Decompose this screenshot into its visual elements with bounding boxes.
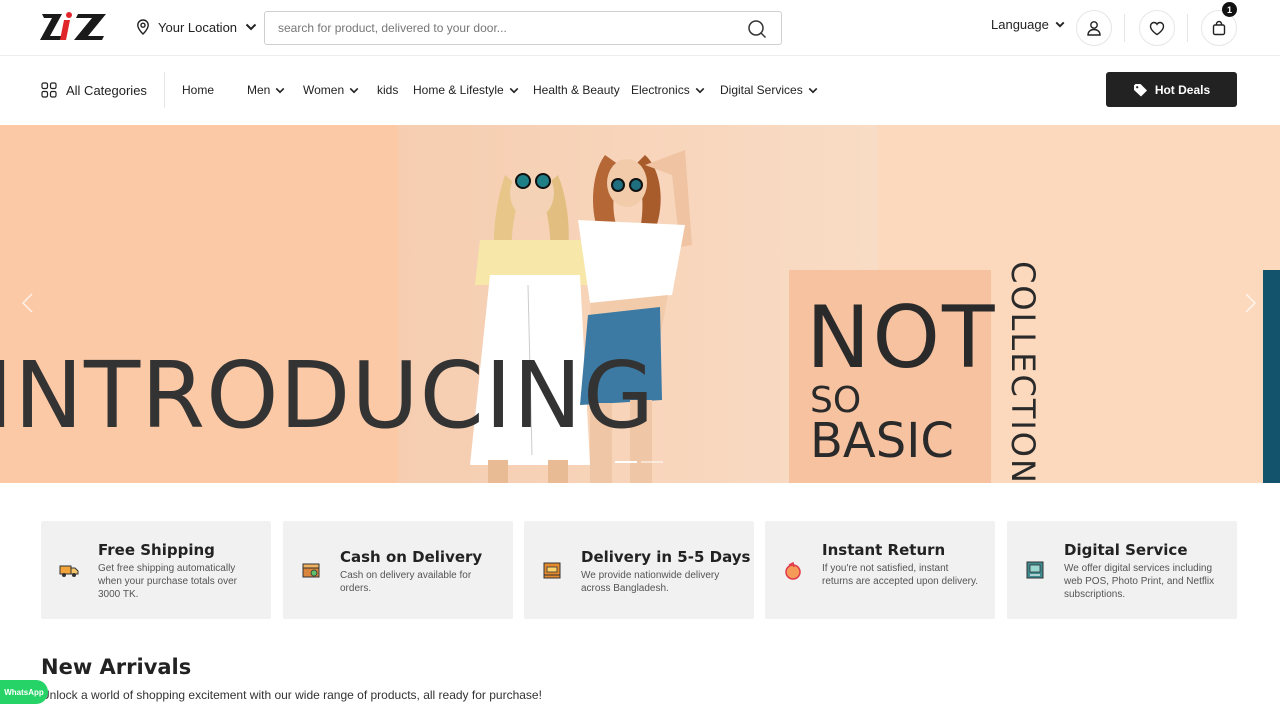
new-arrivals-title: New Arrivals <box>41 655 192 679</box>
whatsapp-button[interactable]: WhatsApp <box>0 680 48 704</box>
feature-title: Digital Service <box>1064 541 1188 559</box>
grid-icon <box>41 82 57 98</box>
nav-label: Health & Beauty <box>533 83 620 97</box>
feature-card-cash-on-delivery: Cash on Delivery Cash on delivery availa… <box>283 521 513 619</box>
feature-title: Instant Return <box>822 541 946 559</box>
search-icon[interactable] <box>747 19 767 39</box>
return-icon <box>785 561 801 580</box>
nav-item-kids[interactable]: kids <box>377 83 398 97</box>
slider-dots <box>615 461 663 463</box>
slider-dot[interactable] <box>615 461 637 463</box>
feature-title: Cash on Delivery <box>340 548 483 566</box>
top-header: Your Location Language 1 <box>0 0 1280 56</box>
nav-label: kids <box>377 83 399 97</box>
new-arrivals-subtitle: Unlock a world of shopping excitement wi… <box>41 688 542 702</box>
hot-deals-label: Hot Deals <box>1154 82 1211 97</box>
chevron-down-icon <box>695 87 705 93</box>
hero-banner[interactable]: INTRODUCING NOT SO BASIC COLLECTION <box>0 125 1280 483</box>
chevron-down-icon <box>509 87 519 93</box>
feature-card-instant-return: Instant Return If you're not satisfied, … <box>765 521 995 619</box>
chevron-left-icon[interactable] <box>18 291 38 315</box>
cash-box-icon <box>302 563 320 578</box>
nav-item-home-lifestyle[interactable]: Home & Lifestyle <box>413 83 519 97</box>
divider <box>1187 14 1188 42</box>
feature-description: We offer digital services including web … <box>1064 563 1215 600</box>
chevron-down-icon <box>245 23 257 31</box>
nav-label: Home & Lifestyle <box>413 83 504 97</box>
next-slide-peek <box>1263 270 1280 483</box>
feature-description: Cash on delivery available for orders. <box>340 570 472 594</box>
search-input[interactable] <box>265 12 735 44</box>
nav-label: Electronics <box>631 83 690 97</box>
promo-vertical-text: COLLECTION <box>1004 261 1042 483</box>
divider <box>1124 14 1125 42</box>
feature-description: Get free shipping automatically when you… <box>98 563 237 600</box>
chevron-down-icon <box>808 87 818 93</box>
feature-title: Free Shipping <box>98 541 215 559</box>
digital-service-icon <box>1026 561 1044 579</box>
user-icon <box>1087 21 1101 36</box>
feature-description: If you're not satisfied, instant returns… <box>822 563 979 587</box>
all-categories-button[interactable]: All Categories <box>41 82 147 98</box>
feature-description: We provide nationwide delivery across Ba… <box>581 570 720 594</box>
all-categories-label: All Categories <box>66 82 147 98</box>
nav-label: Women <box>303 83 345 97</box>
chevron-right-icon[interactable] <box>1240 291 1260 315</box>
wishlist-button[interactable] <box>1139 10 1175 46</box>
banner-headline: INTRODUCING <box>0 342 656 449</box>
feature-card-digital-service: Digital Service We offer digital service… <box>1007 521 1237 619</box>
whatsapp-label: WhatsApp <box>4 687 44 697</box>
shopping-bag-icon <box>1212 20 1226 36</box>
search-bar <box>264 11 782 45</box>
promo-collection-label: COLLECTION <box>1004 261 1043 483</box>
ziz-logo[interactable] <box>40 10 110 42</box>
promo-line-not: NOT <box>806 288 997 388</box>
tag-icon <box>1133 83 1147 96</box>
feature-card-free-shipping: Free Shipping Get free shipping automati… <box>41 521 271 619</box>
cart-count-badge: 1 <box>1222 2 1237 17</box>
cod-box-icon <box>543 562 561 579</box>
truck-icon <box>59 565 79 577</box>
nav-item-men[interactable]: Men <box>247 83 285 97</box>
language-label: Language <box>991 17 1049 32</box>
feature-card-delivery-days: Delivery in 5-5 Days We provide nationwi… <box>524 521 754 619</box>
chevron-down-icon <box>349 87 359 93</box>
language-selector[interactable]: Language <box>991 17 1065 32</box>
location-selector[interactable]: Your Location <box>136 14 257 40</box>
nav-label: Digital Services <box>720 83 803 97</box>
map-pin-icon <box>137 19 149 35</box>
nav-item-digital-services[interactable]: Digital Services <box>720 83 818 97</box>
nav-item-home[interactable]: Home <box>182 83 214 97</box>
nav-item-health-beauty[interactable]: Health & Beauty <box>533 83 620 97</box>
nav-item-women[interactable]: Women <box>303 83 359 97</box>
chevron-down-icon <box>276 87 285 93</box>
nav-item-electronics[interactable]: Electronics <box>631 83 705 97</box>
nav-label: Men <box>247 83 271 97</box>
hot-deals-button[interactable]: Hot Deals <box>1106 72 1237 107</box>
nav-label: Home <box>182 83 215 97</box>
divider <box>164 72 165 108</box>
account-button[interactable] <box>1076 10 1112 46</box>
category-navbar: All Categories Home Men Women kids Home … <box>0 56 1280 124</box>
promo-line-basic: BASIC <box>810 413 954 469</box>
chevron-down-icon <box>1055 21 1065 28</box>
feature-title: Delivery in 5-5 Days <box>581 548 751 566</box>
slider-dot[interactable] <box>641 461 663 463</box>
heart-icon <box>1149 21 1165 35</box>
location-label: Your Location <box>158 19 238 35</box>
